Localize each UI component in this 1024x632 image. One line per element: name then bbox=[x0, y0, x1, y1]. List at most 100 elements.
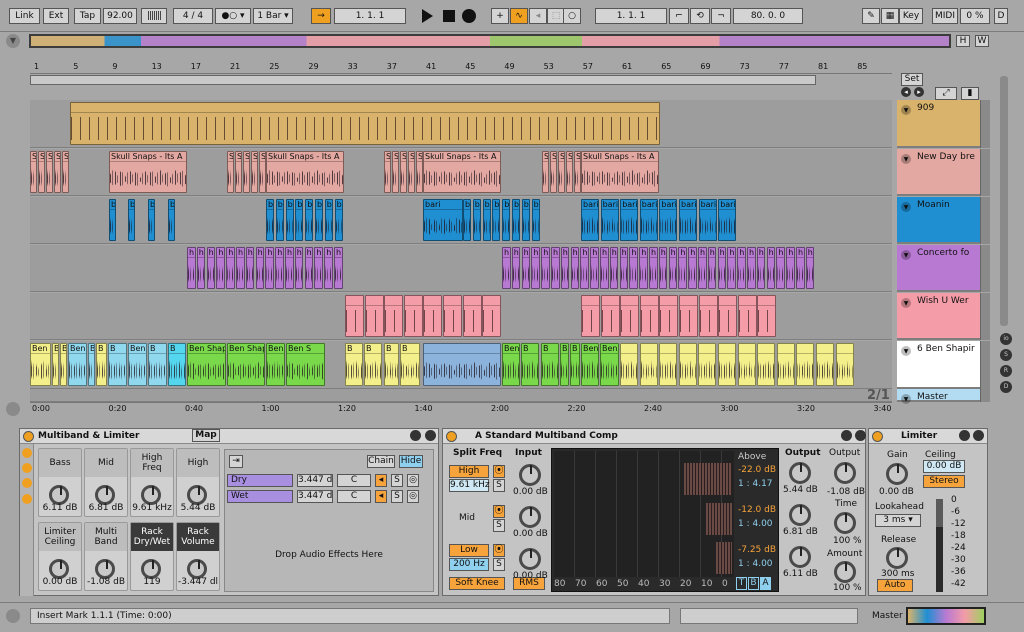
clip[interactable] bbox=[581, 295, 600, 337]
clip[interactable]: bari bbox=[423, 199, 463, 241]
clip[interactable]: h bbox=[609, 247, 619, 289]
clip[interactable] bbox=[678, 343, 697, 386]
clip[interactable] bbox=[443, 295, 462, 337]
clip[interactable] bbox=[403, 295, 423, 337]
clip[interactable]: S bbox=[566, 151, 573, 193]
clip[interactable]: B bbox=[560, 343, 569, 386]
meter-mode-button[interactable]: A bbox=[760, 577, 771, 590]
track-fold-icon[interactable]: ▼ bbox=[901, 394, 911, 404]
vertical-scrollbar[interactable] bbox=[1000, 76, 1008, 326]
rack-save-icon[interactable] bbox=[410, 430, 421, 441]
clip[interactable] bbox=[757, 343, 776, 386]
clip[interactable]: h bbox=[314, 247, 323, 289]
clip[interactable]: h bbox=[531, 247, 540, 289]
clip[interactable]: B bbox=[384, 343, 399, 386]
record-icon[interactable] bbox=[462, 9, 476, 23]
band-threshold[interactable]: -22.0 dB bbox=[738, 465, 776, 475]
clip[interactable]: S bbox=[416, 151, 423, 193]
limiter-power-icon[interactable] bbox=[872, 431, 883, 442]
clip[interactable]: b bbox=[472, 199, 481, 241]
track-fold-icon[interactable]: ▼ bbox=[901, 250, 911, 260]
high-band-solo-icon[interactable]: ⦿ bbox=[493, 465, 505, 478]
clip[interactable] bbox=[345, 295, 364, 337]
track-header[interactable]: ▼ Master bbox=[897, 389, 990, 404]
master-lane[interactable] bbox=[30, 389, 892, 402]
macro-knob-slot[interactable]: Limiter Ceiling 0.00 dB bbox=[38, 522, 82, 591]
clip[interactable]: h bbox=[688, 247, 697, 289]
clip[interactable]: S bbox=[227, 151, 234, 193]
clip[interactable]: h bbox=[629, 247, 638, 289]
clip[interactable]: b bbox=[285, 199, 294, 241]
play-icon[interactable] bbox=[422, 9, 433, 23]
clip[interactable] bbox=[384, 295, 404, 337]
band-output-knob[interactable] bbox=[789, 504, 811, 526]
clip[interactable]: h bbox=[658, 247, 668, 289]
track-header[interactable]: ▼ 909 bbox=[897, 100, 990, 148]
clip[interactable]: b bbox=[502, 199, 511, 241]
macro-toggle-icon[interactable] bbox=[22, 448, 32, 458]
global-output-knob[interactable] bbox=[834, 462, 856, 484]
band-output-knob[interactable] bbox=[789, 546, 811, 568]
track-lane[interactable] bbox=[30, 293, 892, 340]
clip[interactable]: h bbox=[511, 247, 521, 289]
clip[interactable]: h bbox=[196, 247, 206, 289]
info-toggle-icon[interactable] bbox=[6, 609, 20, 623]
chain-expand-icon[interactable]: ⇥ bbox=[229, 455, 243, 468]
clip[interactable]: bari bbox=[679, 199, 697, 241]
clip[interactable] bbox=[423, 343, 501, 386]
clip[interactable]: h bbox=[245, 247, 255, 289]
compressor-display[interactable]: Above -22.0 dB 1 : 4.17 -12.0 dB 1 : 4.00 -7… bbox=[551, 448, 779, 592]
song-position-field[interactable]: 1. 1. 1 bbox=[334, 8, 406, 24]
chain-name[interactable]: Dry bbox=[227, 474, 293, 487]
clip[interactable] bbox=[423, 295, 443, 337]
clip[interactable]: Ben S bbox=[30, 343, 51, 386]
chain-volume[interactable]: 3.447 d bbox=[297, 490, 333, 503]
clip[interactable]: B bbox=[345, 343, 363, 386]
automation-arm-icon[interactable]: ∿ bbox=[510, 8, 528, 24]
macro-knob[interactable] bbox=[95, 559, 115, 579]
clip[interactable]: h bbox=[796, 247, 805, 289]
clip[interactable]: h bbox=[747, 247, 756, 289]
clip[interactable]: h bbox=[324, 247, 333, 289]
midi-map-button[interactable]: MIDI bbox=[932, 8, 958, 24]
clip[interactable]: h bbox=[570, 247, 580, 289]
follow-icon[interactable]: → bbox=[311, 8, 331, 24]
punch-out-icon[interactable]: ¬ bbox=[711, 8, 731, 24]
clip[interactable]: b bbox=[148, 199, 155, 241]
clip[interactable]: b bbox=[512, 199, 520, 241]
macro-knob[interactable] bbox=[187, 485, 207, 505]
clip[interactable] bbox=[796, 343, 815, 386]
track-mixer-strip[interactable] bbox=[980, 149, 990, 196]
stereo-button[interactable]: Stereo bbox=[923, 475, 965, 488]
ext-button[interactable]: Ext bbox=[43, 8, 69, 24]
clip[interactable]: b bbox=[128, 199, 135, 241]
clip[interactable] bbox=[757, 295, 777, 337]
track-header[interactable]: ▼ Moanin bbox=[897, 197, 990, 244]
clip[interactable]: B bbox=[52, 343, 59, 386]
macro-knob-slot[interactable]: Rack Volume -3.447 dl bbox=[176, 522, 220, 591]
track-header[interactable]: ▼ New Day bre bbox=[897, 149, 990, 196]
clip[interactable]: b bbox=[305, 199, 314, 241]
band-threshold[interactable]: -12.0 dB bbox=[738, 505, 776, 515]
clip[interactable]: bari bbox=[698, 199, 717, 241]
mid-band-solo-icon[interactable]: ⦿ bbox=[493, 505, 505, 518]
device-toggle-icon[interactable] bbox=[22, 478, 32, 488]
clip[interactable]: b bbox=[492, 199, 501, 241]
clip[interactable] bbox=[659, 343, 678, 386]
quantize-select[interactable]: 1 Bar ▾ bbox=[253, 8, 293, 24]
send-toggle-icon[interactable]: S bbox=[1000, 349, 1012, 361]
loop-length-field[interactable]: 80. 0. 0 bbox=[733, 8, 803, 24]
high-band-button[interactable]: High bbox=[449, 465, 489, 478]
clip[interactable]: B bbox=[168, 343, 186, 386]
clip[interactable]: b bbox=[275, 199, 284, 241]
clip[interactable]: B bbox=[108, 343, 127, 386]
macro-knob-slot[interactable]: High Freq 9.61 kHz bbox=[130, 448, 174, 517]
overview-h-button[interactable]: H bbox=[956, 35, 970, 47]
chain-solo[interactable]: S bbox=[391, 474, 403, 487]
track-header[interactable]: ▼ Wish U Wer bbox=[897, 293, 990, 340]
clip[interactable] bbox=[364, 295, 384, 337]
meter-mode-button[interactable]: B bbox=[748, 577, 759, 590]
gain-knob[interactable] bbox=[886, 463, 908, 485]
track-lane[interactable] bbox=[30, 100, 892, 148]
return-toggle-icon[interactable]: R bbox=[1000, 365, 1012, 377]
